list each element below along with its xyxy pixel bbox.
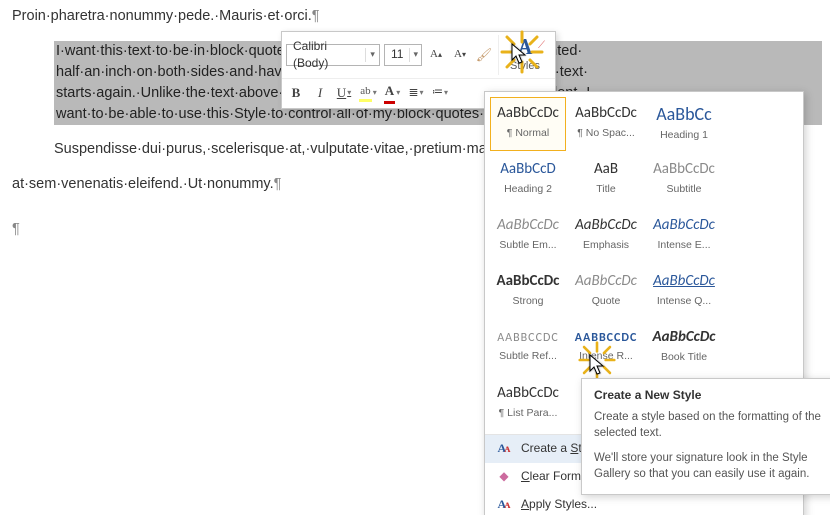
menu-label: Apply Styles... xyxy=(521,496,597,513)
font-size-value: 11 xyxy=(385,46,409,63)
bold-button[interactable]: B xyxy=(286,83,306,103)
pilcrow-icon: ¶ xyxy=(312,8,320,24)
grow-font-button[interactable]: A▴ xyxy=(426,45,446,65)
chevron-down-icon[interactable]: ▾ xyxy=(365,48,379,61)
underline-button[interactable]: U▾ xyxy=(334,83,354,103)
font-size-combo[interactable]: 11 ▾ xyxy=(384,44,422,66)
font-name-combo[interactable]: Calibri (Body) ▾ xyxy=(286,44,380,66)
styles-button[interactable]: A⟋ Styles xyxy=(498,35,551,75)
bullets-button[interactable]: ≣▾ xyxy=(406,83,426,103)
style-tile-intense-emphasis[interactable]: AaBbCcDcIntense E... xyxy=(646,209,722,263)
style-tile-subtle-reference[interactable]: AABBCCDCSubtle Ref... xyxy=(490,321,566,375)
style-tile-intense-reference[interactable]: AABBCCDCIntense R... xyxy=(568,321,644,375)
tooltip-title: Create a New Style xyxy=(594,387,825,404)
style-tile-title[interactable]: AaBTitle xyxy=(568,153,644,207)
paragraph: Proin·pharetra·nonummy·pede.·Mauris·et·o… xyxy=(12,6,822,27)
style-tile-list-paragraph[interactable]: AaBbCcDc¶ List Para... xyxy=(490,377,566,431)
tooltip-create-new-style: Create a New Style Create a style based … xyxy=(581,378,830,495)
text: Proin·pharetra·nonummy·pede.·Mauris·et·o… xyxy=(12,8,312,24)
styles-label: Styles xyxy=(510,59,540,75)
highlight-button[interactable]: ab▾ xyxy=(358,83,378,103)
pilcrow-icon: ¶ xyxy=(274,176,282,192)
style-tile-heading-1[interactable]: AaBbCcHeading 1 xyxy=(646,97,722,151)
font-color-button[interactable]: A▾ xyxy=(382,83,402,103)
style-tile-subtitle[interactable]: AaBbCcDcSubtitle xyxy=(646,153,722,207)
style-tile-normal[interactable]: AaBbCcDc¶ Normal xyxy=(490,97,566,151)
style-tile-emphasis[interactable]: AaBbCcDcEmphasis xyxy=(568,209,644,263)
tooltip-text: Create a style based on the formatting o… xyxy=(594,410,825,441)
pilcrow-icon: ¶ xyxy=(12,221,20,237)
italic-button[interactable]: I xyxy=(310,83,330,103)
paintbrush-icon: ⟋ xyxy=(538,39,545,54)
apply-styles-icon: Aᴀ xyxy=(495,496,513,513)
shrink-font-button[interactable]: A▾ xyxy=(450,45,470,65)
style-tile-book-title[interactable]: AaBbCcDcBook Title xyxy=(646,321,722,375)
style-tile-strong[interactable]: AaBbCcDcStrong xyxy=(490,265,566,319)
style-tile-intense-quote[interactable]: AaBbCcDcIntense Q... xyxy=(646,265,722,319)
page-canvas: Proin·pharetra·nonummy·pede.·Mauris·et·o… xyxy=(0,0,830,515)
create-style-icon: Aᴀ xyxy=(495,440,513,457)
style-tile-subtle-emphasis[interactable]: AaBbCcDcSubtle Em... xyxy=(490,209,566,263)
style-tile-heading-2[interactable]: AaBbCcDHeading 2 xyxy=(490,153,566,207)
format-painter-button[interactable]: 🖌 xyxy=(474,45,494,65)
tooltip-text: We'll store your signature look in the S… xyxy=(594,451,825,482)
font-name-value: Calibri (Body) xyxy=(287,38,365,73)
eraser-icon: ◆ xyxy=(495,468,513,485)
style-tile-quote[interactable]: AaBbCcDcQuote xyxy=(568,265,644,319)
numbering-button[interactable]: ≔▾ xyxy=(430,83,450,103)
style-tile-no-spacing[interactable]: AaBbCcDc¶ No Spac... xyxy=(568,97,644,151)
chevron-down-icon[interactable]: ▾ xyxy=(409,48,421,61)
text: at·sem·venenatis·eleifend.·Ut·nonummy. xyxy=(12,176,274,192)
